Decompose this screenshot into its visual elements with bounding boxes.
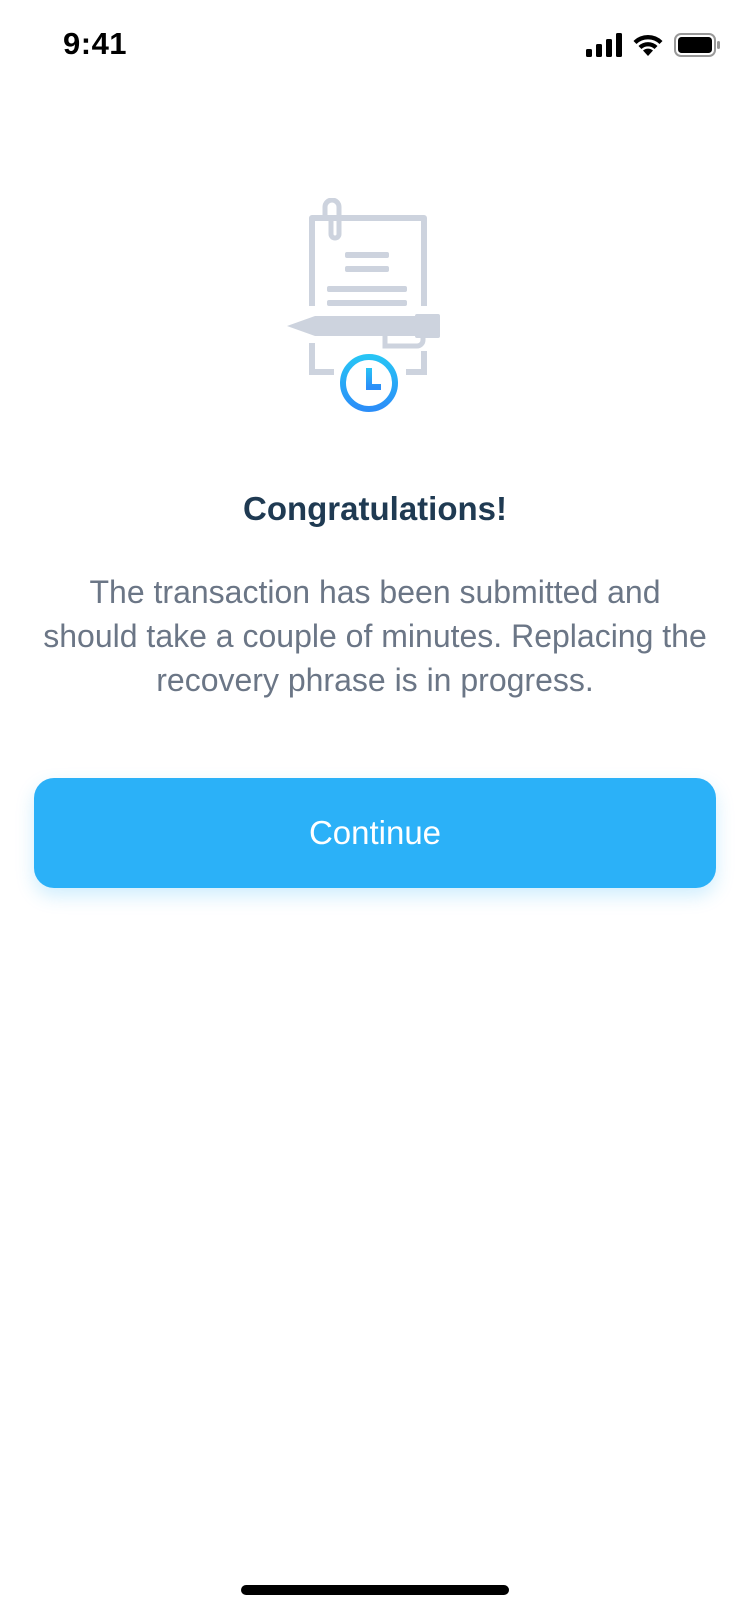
battery-icon: [674, 33, 720, 57]
congratulations-title: Congratulations!: [243, 490, 507, 527]
document-pending-clock-icon: [287, 197, 440, 412]
status-bar: 9:41: [0, 0, 750, 88]
wifi-icon: [633, 34, 663, 56]
status-icons: [586, 30, 720, 60]
cellular-signal-icon: [586, 33, 622, 57]
document-pending-illustration: [285, 197, 445, 420]
status-time: 9:41: [63, 26, 128, 61]
home-indicator[interactable]: [241, 1585, 509, 1595]
transaction-submitted-message: The transaction has been submitted and s…: [43, 574, 707, 698]
continue-button[interactable]: Continue: [34, 778, 716, 888]
continue-button-label: Continue: [308, 814, 442, 851]
